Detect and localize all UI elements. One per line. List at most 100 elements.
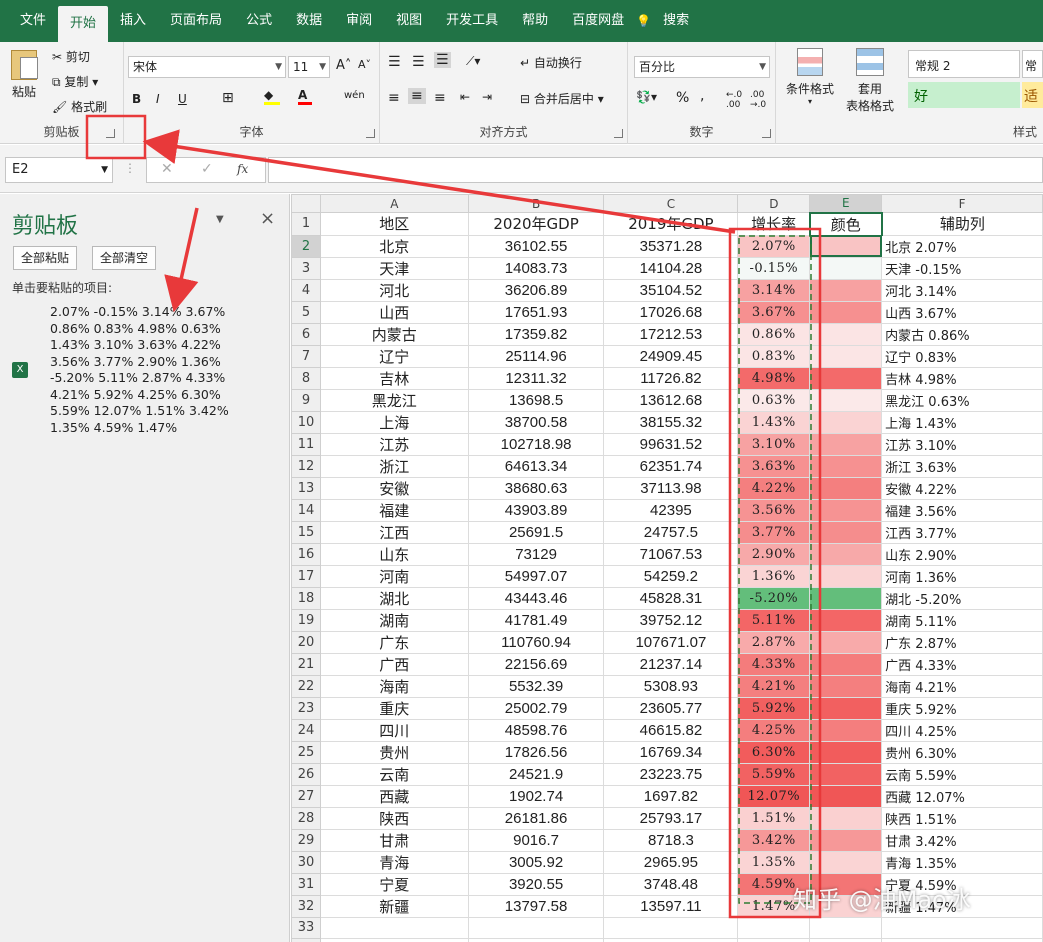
row-header[interactable]: 5	[292, 301, 321, 323]
style-normal-2[interactable]: 常规 2	[908, 50, 1020, 78]
color-cell[interactable]	[810, 411, 882, 433]
growth-rate-cell[interactable]: 5.59%	[738, 763, 810, 785]
helper-cell[interactable]: 黑龙江 0.63%	[882, 389, 1043, 411]
helper-cell[interactable]: 青海 1.35%	[882, 851, 1043, 873]
region-cell[interactable]: 宁夏	[320, 873, 468, 895]
growth-rate-cell[interactable]: 5.92%	[738, 697, 810, 719]
row-header[interactable]: 32	[292, 895, 321, 917]
align-left-icon[interactable]: ≡	[388, 90, 400, 106]
gdp-2020-cell[interactable]: 17359.82	[468, 323, 604, 345]
region-cell[interactable]: 天津	[320, 257, 468, 279]
helper-cell[interactable]: 贵州 6.30%	[882, 741, 1043, 763]
pane-options-icon[interactable]: ▼	[216, 214, 224, 225]
color-cell[interactable]	[810, 807, 882, 829]
tab-8[interactable]: 开发工具	[434, 0, 510, 42]
empty-cell[interactable]	[882, 917, 1043, 938]
region-cell[interactable]: 四川	[320, 719, 468, 741]
header-cell[interactable]: 地区	[320, 213, 468, 236]
region-cell[interactable]: 海南	[320, 675, 468, 697]
gdp-2019-cell[interactable]: 13612.68	[604, 389, 738, 411]
gdp-2020-cell[interactable]: 14083.73	[468, 257, 604, 279]
gdp-2020-cell[interactable]: 3920.55	[468, 873, 604, 895]
row-header[interactable]: 15	[292, 521, 321, 543]
tab-1[interactable]: 开始	[58, 6, 108, 42]
gdp-2019-cell[interactable]: 39752.12	[604, 609, 738, 631]
row-header[interactable]: 11	[292, 433, 321, 455]
fill-color-button[interactable]: ◆	[264, 88, 280, 105]
empty-cell[interactable]	[810, 938, 882, 942]
growth-rate-cell[interactable]: 5.11%	[738, 609, 810, 631]
comma-style-button[interactable]: ,	[700, 88, 704, 104]
empty-cell[interactable]	[738, 917, 810, 938]
number-dialog-launcher[interactable]	[762, 129, 771, 138]
gdp-2020-cell[interactable]: 22156.69	[468, 653, 604, 675]
color-cell[interactable]	[810, 455, 882, 477]
empty-cell[interactable]	[468, 917, 604, 938]
column-header-f[interactable]: F	[882, 195, 1043, 213]
percent-style-button[interactable]: %	[676, 90, 689, 106]
bold-button[interactable]: B	[132, 92, 141, 106]
gdp-2019-cell[interactable]: 25793.17	[604, 807, 738, 829]
growth-rate-cell[interactable]: 4.98%	[738, 367, 810, 389]
tab-0[interactable]: 文件	[8, 0, 58, 42]
growth-rate-cell[interactable]: 3.63%	[738, 455, 810, 477]
header-cell[interactable]: 辅助列	[882, 213, 1043, 236]
tab-4[interactable]: 公式	[234, 0, 284, 42]
helper-cell[interactable]: 内蒙古 0.86%	[882, 323, 1043, 345]
paste-button[interactable]: 粘贴	[6, 50, 42, 100]
header-cell[interactable]: 2019年GDP	[604, 213, 738, 236]
insert-function-icon[interactable]: fx	[237, 162, 248, 176]
gdp-2019-cell[interactable]: 21237.14	[604, 653, 738, 675]
growth-rate-cell[interactable]: -0.15%	[738, 257, 810, 279]
helper-cell[interactable]: 河北 3.14%	[882, 279, 1043, 301]
header-cell[interactable]: 颜色	[810, 213, 882, 236]
growth-rate-cell[interactable]: 3.42%	[738, 829, 810, 851]
gdp-2020-cell[interactable]: 73129	[468, 543, 604, 565]
font-size-combo[interactable]: 11▼	[288, 56, 330, 78]
helper-cell[interactable]: 四川 4.25%	[882, 719, 1043, 741]
align-right-icon[interactable]: ≡	[434, 90, 446, 106]
row-header[interactable]: 28	[292, 807, 321, 829]
row-header[interactable]: 26	[292, 763, 321, 785]
empty-cell[interactable]	[320, 917, 468, 938]
helper-cell[interactable]: 广东 2.87%	[882, 631, 1043, 653]
clear-all-button[interactable]: 全部清空	[92, 246, 156, 270]
wrap-text-button[interactable]: ↵ 自动换行	[520, 54, 582, 71]
color-cell[interactable]	[810, 829, 882, 851]
helper-cell[interactable]: 云南 5.59%	[882, 763, 1043, 785]
column-header-a[interactable]: A	[320, 195, 468, 213]
name-box[interactable]: E2▼	[5, 157, 113, 183]
gdp-2020-cell[interactable]: 41781.49	[468, 609, 604, 631]
region-cell[interactable]: 广西	[320, 653, 468, 675]
row-header[interactable]: 18	[292, 587, 321, 609]
growth-rate-cell[interactable]: 0.86%	[738, 323, 810, 345]
growth-rate-cell[interactable]: 1.51%	[738, 807, 810, 829]
color-cell[interactable]	[810, 565, 882, 587]
row-header[interactable]: 7	[292, 345, 321, 367]
color-cell[interactable]	[810, 279, 882, 301]
color-cell[interactable]	[810, 653, 882, 675]
paste-all-button[interactable]: 全部粘贴	[13, 246, 77, 270]
region-cell[interactable]: 山东	[320, 543, 468, 565]
helper-cell[interactable]: 天津 -0.15%	[882, 257, 1043, 279]
gdp-2019-cell[interactable]: 35371.28	[604, 235, 738, 257]
region-cell[interactable]: 北京	[320, 235, 468, 257]
region-cell[interactable]: 青海	[320, 851, 468, 873]
color-cell[interactable]	[810, 675, 882, 697]
region-cell[interactable]: 吉林	[320, 367, 468, 389]
row-header[interactable]: 31	[292, 873, 321, 895]
gdp-2019-cell[interactable]: 107671.07	[604, 631, 738, 653]
color-cell[interactable]	[810, 389, 882, 411]
color-cell[interactable]	[810, 543, 882, 565]
empty-cell[interactable]	[604, 938, 738, 942]
helper-cell[interactable]: 甘肃 3.42%	[882, 829, 1043, 851]
gdp-2019-cell[interactable]: 17212.53	[604, 323, 738, 345]
style-good[interactable]: 好	[908, 82, 1020, 108]
gdp-2019-cell[interactable]: 24909.45	[604, 345, 738, 367]
underline-button[interactable]: U	[178, 92, 187, 106]
gdp-2019-cell[interactable]: 37113.98	[604, 477, 738, 499]
region-cell[interactable]: 湖北	[320, 587, 468, 609]
accounting-format-icon[interactable]: 💱▾	[636, 90, 657, 104]
color-cell[interactable]	[810, 785, 882, 807]
copy-button[interactable]: ⧉ 复制 ▾	[52, 73, 98, 90]
